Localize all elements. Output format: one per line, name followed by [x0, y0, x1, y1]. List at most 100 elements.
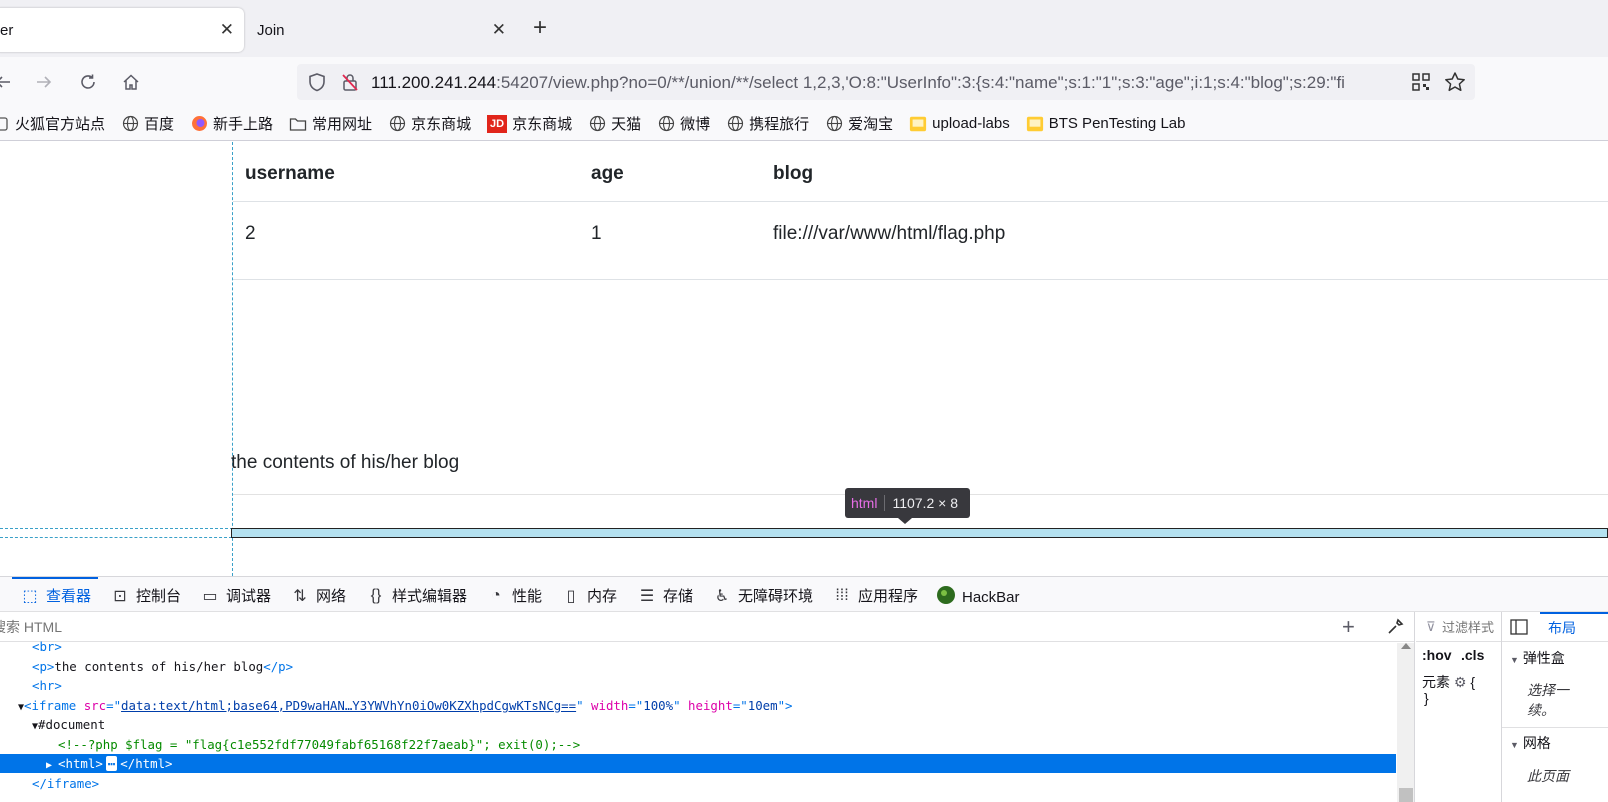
- forward-button[interactable]: [31, 69, 57, 95]
- flexbox-hint-2: 续。: [1527, 702, 1555, 718]
- tab-accessibility[interactable]: ♿ 无障碍环境: [712, 585, 813, 606]
- tab-label: 内存: [587, 588, 618, 605]
- tab-debugger[interactable]: ▭ 调试器: [200, 585, 271, 606]
- url-bar[interactable]: 111.200.241.244:54207/view.php?no=0/**/u…: [297, 64, 1475, 100]
- toggle-sidebar-icon[interactable]: [1510, 619, 1528, 635]
- markup-line-comment[interactable]: <!--?php $flag = "flag{c1e552fdf77049fab…: [58, 735, 1414, 754]
- application-icon: ⁞⁞⁞: [835, 586, 849, 604]
- globe-icon: [588, 115, 606, 133]
- home-button[interactable]: [118, 69, 144, 95]
- filter-styles-bar: ⊽: [1416, 612, 1501, 642]
- tab-performance[interactable]: ◔ 性能: [486, 585, 542, 606]
- globe-icon: [121, 115, 139, 133]
- infobar-arrow: [898, 518, 912, 524]
- reload-icon: [81, 74, 95, 89]
- globe-icon: [388, 115, 406, 133]
- qr-code-icon[interactable]: [1411, 72, 1431, 92]
- markup-panel: + <br> <p>the contents of his/her blog</…: [0, 612, 1415, 802]
- bookmark-item[interactable]: BTS PenTesting Lab: [1026, 115, 1186, 133]
- close-icon[interactable]: ✕: [492, 20, 506, 40]
- grid-section-header[interactable]: ▼ 网格: [1510, 733, 1551, 753]
- url-text[interactable]: 111.200.241.244:54207/view.php?no=0/**/u…: [371, 73, 1411, 93]
- debugger-icon: ▭: [202, 587, 218, 605]
- layout-panel: 布局 ▼ 弹性盒 选择一 续。 ▼ 网格 此页面: [1502, 612, 1608, 802]
- tab-active[interactable]: er ✕: [0, 8, 244, 52]
- bookmark-label: BTS PenTesting Lab: [1048, 115, 1186, 132]
- page-icon: [909, 115, 927, 133]
- bookmark-label: upload-labs: [932, 115, 1010, 132]
- collapse-triangle-icon: ▶: [46, 760, 59, 771]
- navigation-bar: 111.200.241.244:54207/view.php?no=0/**/u…: [0, 57, 1608, 107]
- bookmark-item[interactable]: 百度: [121, 113, 174, 134]
- element-rule-close: }: [1424, 690, 1429, 706]
- flexbox-section-header[interactable]: ▼ 弹性盒: [1510, 648, 1565, 668]
- tab-style-editor[interactable]: {} 样式编辑器: [366, 585, 467, 606]
- active-tab-indicator: [1540, 612, 1608, 614]
- expand-triangle-icon: ▼: [1510, 655, 1519, 665]
- markup-scrollbar[interactable]: [1397, 643, 1414, 802]
- rules-panel: ⊽ :hov .cls 元素 ⚙ { }: [1416, 612, 1502, 802]
- markup-line-br[interactable]: <br>: [32, 637, 1414, 656]
- bookmarks-toolbar: 火狐官方站点 百度 新手上路 常用网址 京东商城 JD 京东商城 天猫 微博 携…: [0, 107, 1608, 141]
- inspector-icon: ⬚: [22, 587, 38, 605]
- page-icon: [1026, 115, 1044, 133]
- devtools-toolbar: ⬚ 查看器 ⊡ 控制台 ▭ 调试器 ⇅ 网络 {} 样式编辑器 ◔ 性能 ▯ 内…: [0, 576, 1608, 612]
- filter-styles-input[interactable]: [1442, 618, 1501, 636]
- table-divider: [233, 201, 1608, 202]
- markup-line-hr[interactable]: <hr>: [32, 676, 1414, 695]
- tab-console[interactable]: ⊡ 控制台: [110, 585, 181, 606]
- eyedropper-icon[interactable]: [1386, 618, 1404, 636]
- bookmark-item[interactable]: 京东商城: [388, 113, 471, 134]
- infobar-size: 1107.2 × 8: [892, 495, 958, 511]
- cls-toggle[interactable]: .cls: [1461, 647, 1484, 663]
- memory-icon: ▯: [566, 587, 576, 605]
- hov-toggle[interactable]: :hov: [1422, 647, 1452, 663]
- highlighted-iframe: [231, 528, 1608, 538]
- home-icon: [123, 74, 139, 90]
- tab-inspector[interactable]: ⬚ 查看器: [20, 585, 91, 606]
- bookmark-item[interactable]: 爱淘宝: [825, 113, 893, 134]
- table-bottom-divider: [233, 279, 1608, 280]
- tab-application[interactable]: ⁞⁞⁞ 应用程序: [832, 585, 918, 606]
- tab-strip: er ✕ Join ✕ +: [0, 0, 1608, 57]
- markup-line-html-selected[interactable]: ▶ <html> ⋯ </html>: [0, 754, 1396, 773]
- firefox-icon: [190, 115, 208, 133]
- active-tab-indicator: [12, 577, 98, 579]
- bookmark-item[interactable]: 火狐官方站点: [0, 113, 105, 134]
- tab-network[interactable]: ⇅ 网络: [290, 585, 346, 606]
- scrollbar-thumb[interactable]: [1399, 788, 1413, 802]
- new-tab-button[interactable]: +: [533, 14, 547, 42]
- tab-layout[interactable]: 布局: [1548, 618, 1576, 638]
- shield-icon[interactable]: [307, 72, 327, 92]
- tab-memory[interactable]: ▯ 内存: [561, 585, 617, 606]
- bookmark-item[interactable]: JD 京东商城: [487, 113, 572, 134]
- insecure-lock-icon[interactable]: [340, 72, 360, 92]
- tab-label: Join: [257, 21, 285, 39]
- storage-icon: ☰: [639, 587, 655, 605]
- markup-line-p[interactable]: <p>the contents of his/her blog</p>: [32, 657, 1414, 676]
- markup-line-iframe-close[interactable]: </iframe>: [32, 774, 1414, 793]
- markup-line-document[interactable]: ▼#document: [32, 715, 1414, 734]
- table-header-blog: blog: [773, 163, 814, 184]
- tab-join[interactable]: Join ✕: [246, 8, 516, 52]
- tab-hackbar[interactable]: HackBar: [936, 585, 1020, 610]
- bookmark-item[interactable]: 新手上路: [190, 113, 273, 134]
- bookmark-item[interactable]: 天猫: [588, 113, 641, 134]
- reload-button[interactable]: [75, 69, 101, 95]
- star-bookmark-icon[interactable]: [1444, 71, 1466, 93]
- markup-line-iframe[interactable]: ▼<iframe src="data:text/html;base64,PD9w…: [18, 696, 1414, 715]
- close-icon[interactable]: ✕: [220, 20, 234, 40]
- highlighter-guide-vertical: [232, 142, 233, 576]
- scroll-up-icon[interactable]: [1401, 643, 1411, 649]
- bookmark-label: 京东商城: [512, 116, 573, 133]
- search-html-input[interactable]: [0, 617, 392, 637]
- bookmark-item[interactable]: 常用网址: [289, 113, 372, 134]
- infobar-tag: html: [851, 495, 886, 511]
- bookmark-item[interactable]: upload-labs: [909, 115, 1010, 133]
- tab-storage[interactable]: ☰ 存储: [637, 585, 693, 606]
- bookmark-label: 常用网址: [312, 116, 373, 133]
- url-path: :54207/view.php?no=0/**/union/**/select …: [496, 73, 1345, 92]
- bookmark-item[interactable]: 微博: [657, 113, 710, 134]
- back-button[interactable]: [0, 69, 16, 95]
- bookmark-item[interactable]: 携程旅行: [726, 113, 809, 134]
